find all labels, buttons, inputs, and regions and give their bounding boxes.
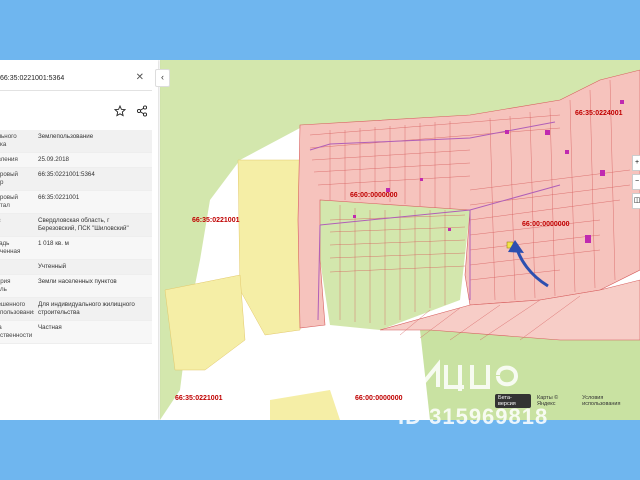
row-value: Для индивидуального жилищного строительс…	[38, 301, 135, 316]
table-row: тория ль Земли населенных пунктов	[0, 275, 152, 298]
layers-button[interactable]: ◫	[632, 193, 640, 209]
star-icon[interactable]	[113, 104, 127, 117]
info-panel: 66:35:0221001:5364 ✕ ального ка Землеполь…	[0, 60, 158, 420]
row-key: стровый р	[0, 171, 19, 186]
row-value: 1 018 кв. м	[38, 240, 69, 247]
watermark-id: ID 315969818	[398, 404, 549, 429]
row-key: ес	[0, 214, 34, 236]
share-icon[interactable]	[136, 105, 148, 117]
search-input[interactable]: 66:35:0221001:5364	[0, 75, 64, 82]
terms-link[interactable]: Условия использования	[582, 395, 640, 407]
row-value: Учтенный	[38, 263, 67, 270]
row-key: ус	[0, 260, 34, 274]
table-row: решенного пользования Для индивидуального…	[0, 298, 152, 321]
close-icon[interactable]: ✕	[136, 72, 144, 83]
collapse-panel-button[interactable]: ‹	[155, 69, 170, 87]
map-label-q3: 66:00:0000000	[522, 221, 570, 228]
row-value: 66:35:0221001:5364	[38, 171, 95, 178]
row-key: решенного пользования	[0, 301, 34, 316]
row-value: Свердловская область, г Березовский, ПСК…	[38, 217, 129, 232]
cian-logo	[380, 355, 519, 391]
row-value: 25.09.2018	[38, 156, 69, 163]
table-row: овления 25.09.2018	[0, 153, 152, 168]
row-key: щадь ченная	[0, 240, 21, 255]
zoom-in-button[interactable]: +	[632, 155, 640, 171]
map-label-q6: 66:35:0224001	[575, 110, 623, 117]
row-value: 66:35:0221001	[38, 194, 80, 201]
attribute-table: ального ка Землепользование овления 25.09.…	[0, 130, 152, 344]
row-value: Земли населенных пунктов	[38, 278, 117, 285]
zoom-out-button[interactable]: −	[632, 174, 640, 190]
panel-actions	[113, 104, 154, 122]
chevron-left-icon: ‹	[161, 72, 164, 82]
table-row: стровый тал 66:35:0221001	[0, 191, 152, 214]
search-bar[interactable]: 66:35:0221001:5364 ✕	[0, 68, 152, 91]
table-row: ма ственности Частная	[0, 321, 152, 344]
table-row: стровый р 66:35:0221001:5364	[0, 168, 152, 191]
table-row: ус Учтенный	[0, 260, 152, 275]
row-value: Частная	[38, 324, 62, 331]
map-window: 66:35:0221001 66:00:0000000 66:00:000000…	[0, 60, 640, 420]
row-key: стровый тал	[0, 194, 19, 209]
table-row: щадь ченная 1 018 кв. м	[0, 237, 152, 260]
map-label-q4: 66:35:0221001	[175, 395, 223, 402]
row-value: Землепользование	[38, 133, 94, 140]
map-label-q2: 66:00:0000000	[350, 192, 398, 199]
map-label-q1: 66:35:0221001	[192, 217, 240, 224]
row-key: тория ль	[0, 278, 11, 293]
map-controls: + − ◫	[632, 155, 640, 212]
table-row: ального ка Землепользование	[0, 130, 152, 153]
row-key: ального ка	[0, 133, 17, 148]
row-key: ма ственности	[0, 324, 33, 339]
table-row: ес Свердловская область, г Березовский, П…	[0, 214, 152, 237]
row-key: овления	[0, 156, 18, 163]
